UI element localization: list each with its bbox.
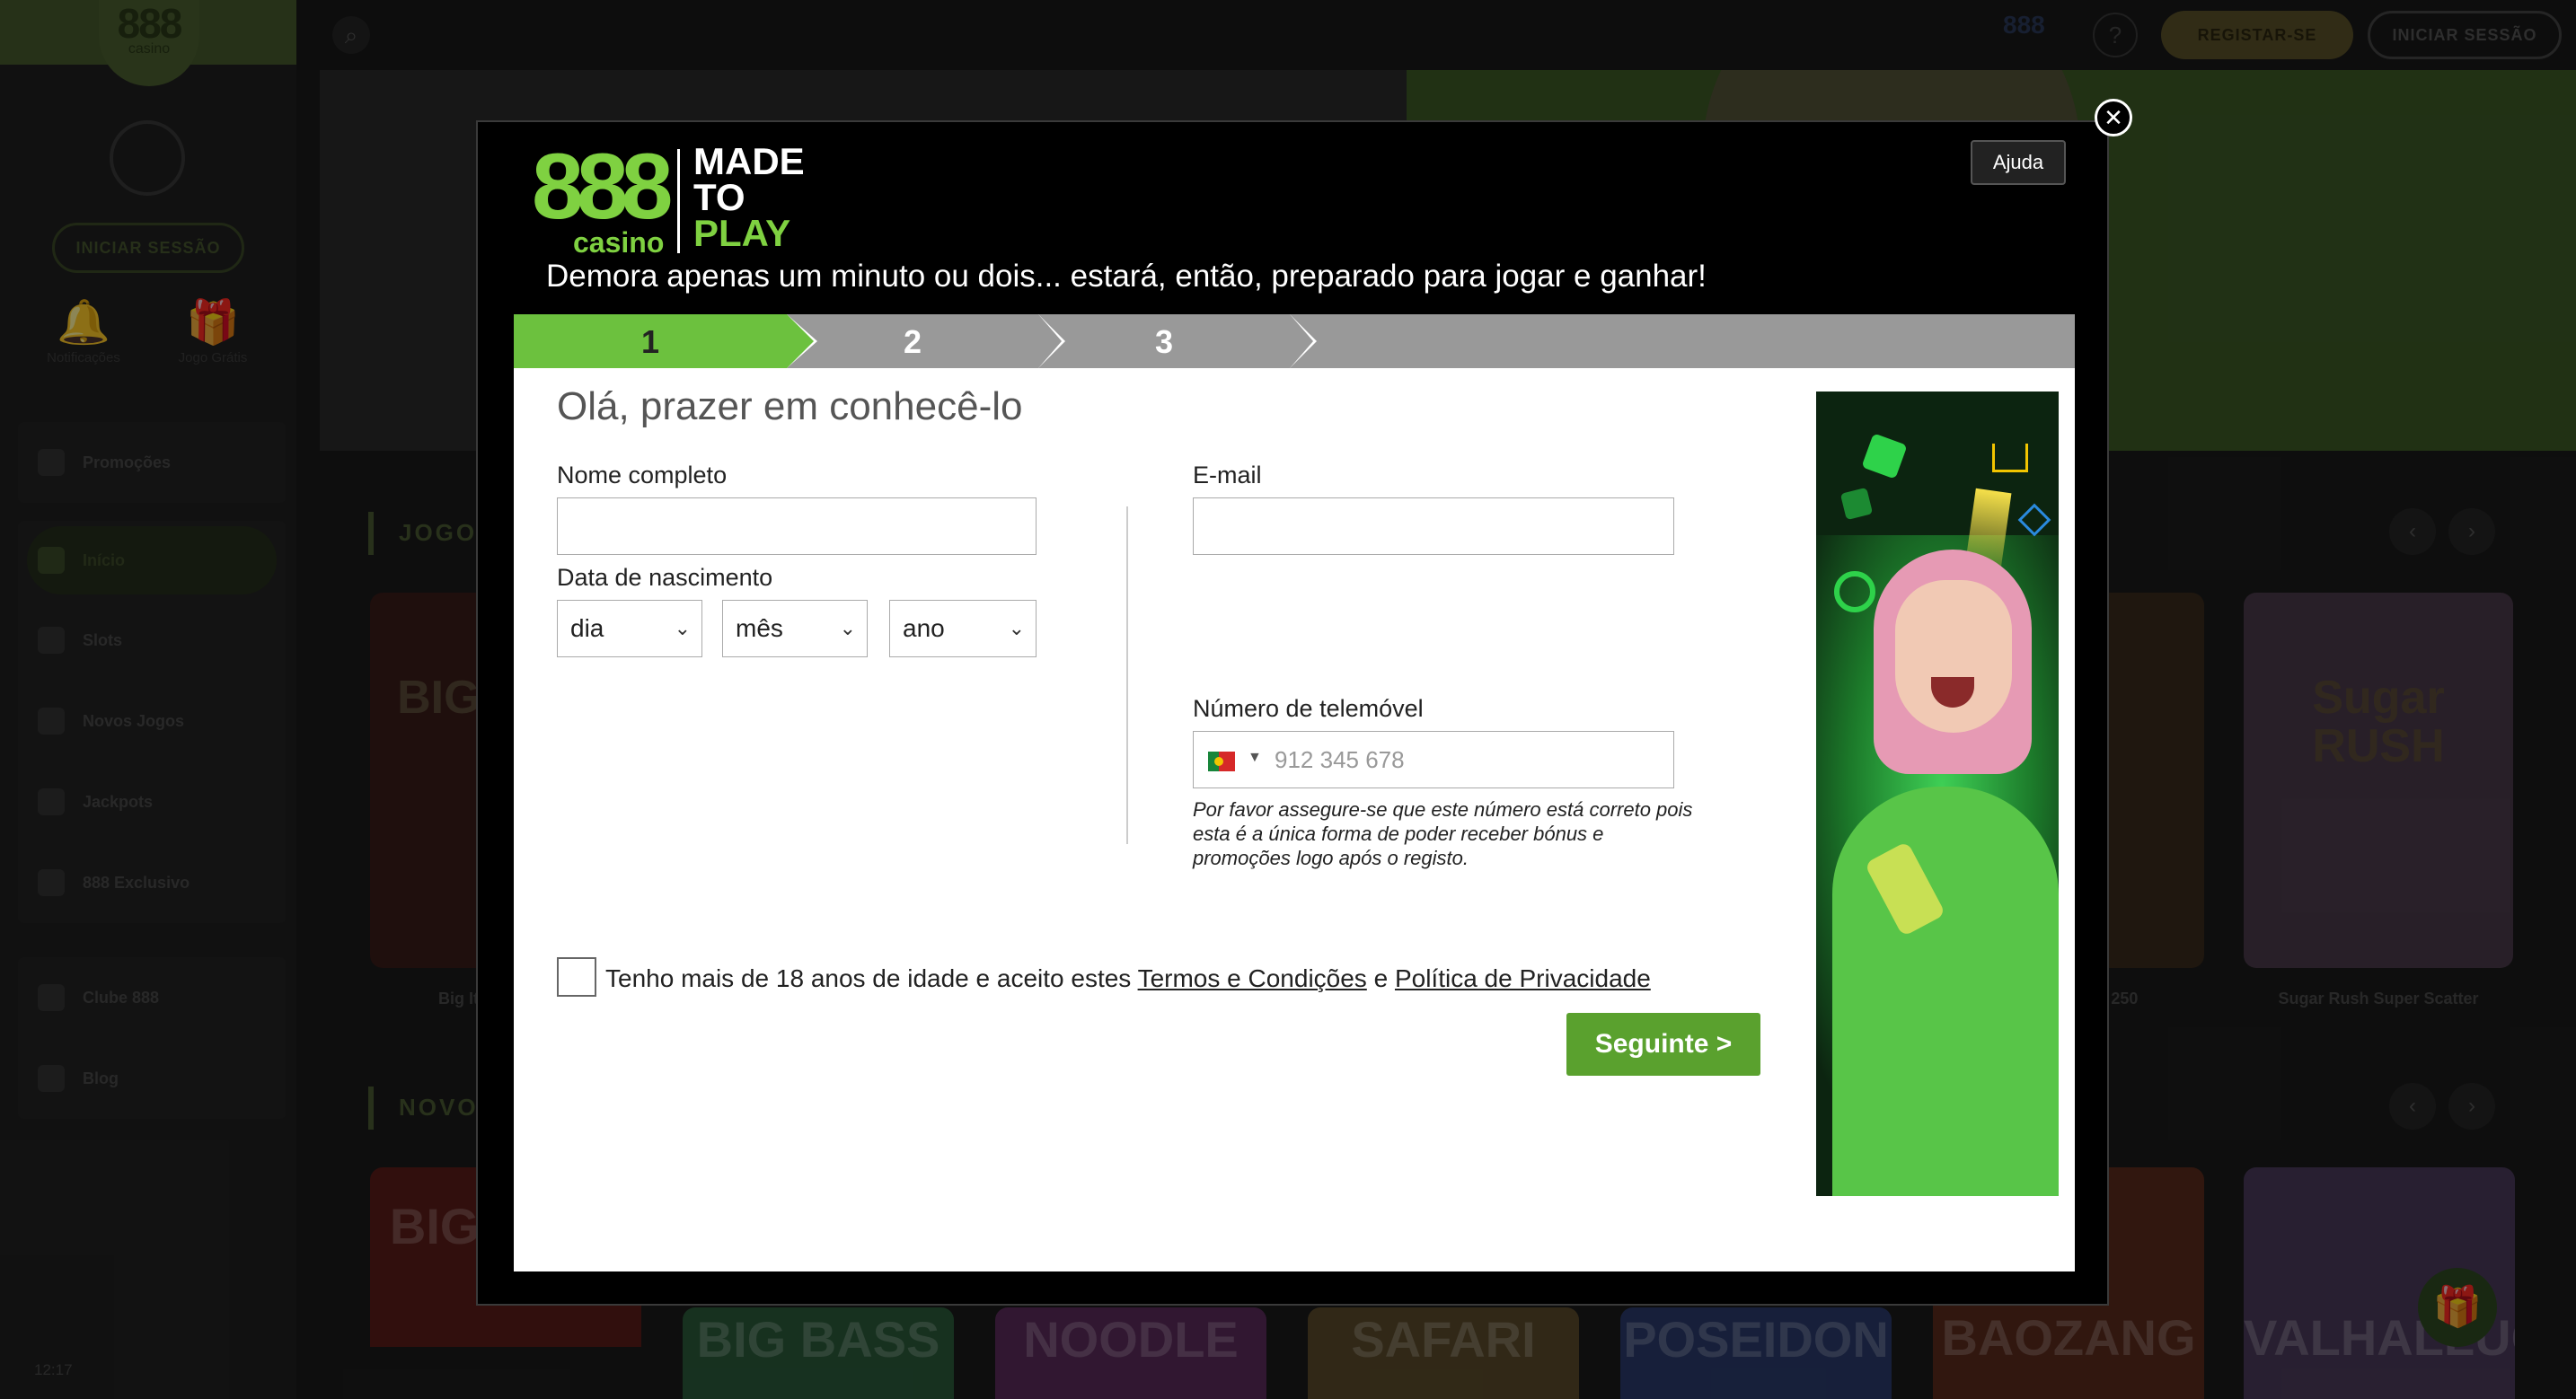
- dice-icon: [1861, 433, 1908, 480]
- phone-label: Número de telemóvel: [1193, 695, 1424, 722]
- brand-made: MADE: [693, 140, 805, 182]
- brand-slogan: MADE TO PLAY: [693, 140, 805, 254]
- next-button[interactable]: Seguinte >: [1566, 1013, 1760, 1076]
- dob-month-select[interactable]: mês ⌄: [722, 600, 868, 657]
- chevron-down-icon: ⌄: [674, 617, 691, 639]
- step-progress: 3 2 1: [514, 314, 2075, 368]
- email-label: E-mail: [1193, 462, 1262, 488]
- help-button[interactable]: Ajuda: [1971, 140, 2066, 185]
- full-name-input[interactable]: [557, 497, 1037, 555]
- column-divider: [1126, 506, 1128, 844]
- brand-logo: 888 casino MADE TO PLAY: [532, 135, 837, 257]
- email-input[interactable]: [1193, 497, 1674, 555]
- step-1: 1: [514, 314, 817, 368]
- registration-modal: ✕ 888 casino MADE TO PLAY Ajuda Demora a…: [476, 99, 2132, 1306]
- phone-input[interactable]: [1275, 732, 1661, 787]
- phone-hint: Por favor assegure-se que este número es…: [1193, 798, 1693, 869]
- caret-down-icon[interactable]: ▼: [1248, 750, 1262, 766]
- dice-icon: [1839, 487, 1874, 521]
- promo-person-body: [1832, 787, 2059, 1196]
- brand-divider: [677, 149, 680, 253]
- form-heading: Olá, prazer em conhecê-lo: [557, 384, 1023, 428]
- step-3: 3: [1038, 314, 1317, 368]
- modal-tagline: Demora apenas um minuto ou dois... estar…: [546, 259, 1707, 294]
- terms-prefix: Tenho mais de 18 anos de idade e aceito …: [605, 964, 1132, 992]
- chevron-down-icon: ⌄: [1008, 617, 1025, 639]
- promo-person-face: [1895, 580, 2012, 733]
- step-2: 2: [787, 314, 1065, 368]
- promo-image: [1816, 392, 2059, 1196]
- terms-text: Tenho mais de 18 anos de idade e aceito …: [605, 964, 1651, 993]
- dob-year-select[interactable]: ano ⌄: [889, 600, 1037, 657]
- portugal-flag-icon[interactable]: [1208, 752, 1235, 771]
- brand-casino: casino: [573, 226, 665, 259]
- gem-icon: [2017, 503, 2051, 537]
- close-icon[interactable]: ✕: [2095, 99, 2132, 136]
- dob-month-value: mês: [736, 614, 783, 642]
- casino-chip-icon: [1834, 571, 1875, 612]
- dob-day-select[interactable]: dia ⌄: [557, 600, 702, 657]
- brand-number: 888: [532, 135, 674, 239]
- phone-field: ▼: [1193, 731, 1674, 788]
- chevron-down-icon: ⌄: [839, 617, 856, 639]
- privacy-link[interactable]: Política de Privacidade: [1395, 964, 1651, 992]
- terms-checkbox[interactable]: [557, 957, 596, 997]
- brand-to: TO: [693, 176, 745, 218]
- form-body: Olá, prazer em conhecê-lo Nome completo …: [514, 368, 2075, 1271]
- terms-and: e: [1373, 964, 1389, 992]
- crown-icon: [1992, 444, 2028, 472]
- terms-link[interactable]: Termos e Condições: [1138, 964, 1367, 992]
- full-name-label: Nome completo: [557, 462, 728, 488]
- brand-play: PLAY: [693, 212, 791, 254]
- dob-year-value: ano: [903, 614, 945, 642]
- dob-day-value: dia: [570, 614, 604, 642]
- dob-label: Data de nascimento: [557, 564, 773, 591]
